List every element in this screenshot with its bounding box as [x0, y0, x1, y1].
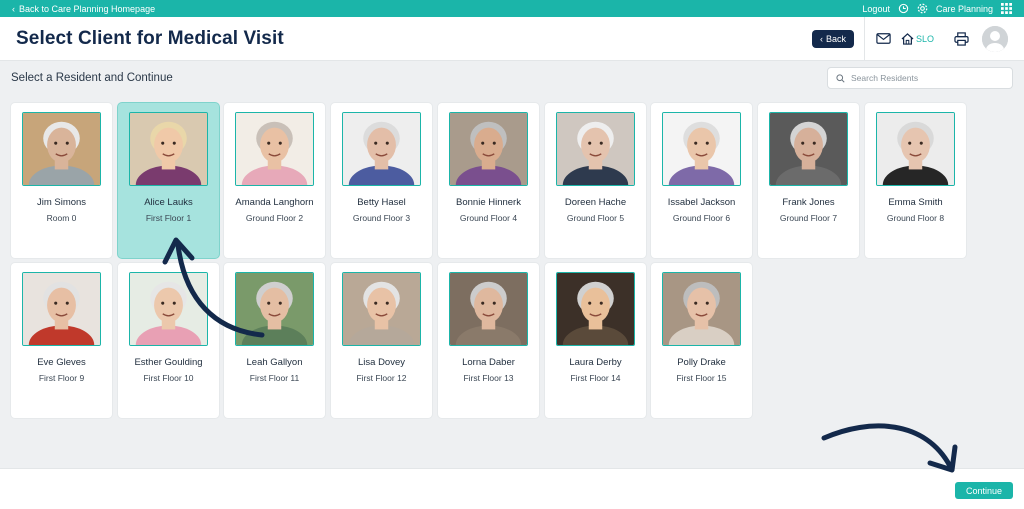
resident-photo [662, 112, 741, 186]
resident-photo [22, 272, 101, 346]
resident-name: Lorna Daber [462, 357, 515, 368]
resident-photo [556, 112, 635, 186]
resident-card[interactable]: Eve Gleves First Floor 9 [11, 263, 112, 418]
resident-room: Ground Floor 2 [245, 213, 304, 223]
resident-name: Emma Smith [888, 197, 943, 208]
logout-icon[interactable] [898, 3, 909, 14]
app-name[interactable]: Care Planning [936, 4, 993, 14]
resident-room: First Floor 1 [145, 213, 192, 223]
resident-card[interactable]: Leah Gallyon First Floor 11 [224, 263, 325, 418]
home-icon [901, 32, 914, 45]
resident-room: First Floor 14 [570, 373, 621, 383]
resident-name: Eve Gleves [37, 357, 86, 368]
resident-card[interactable]: Esther Goulding First Floor 10 [118, 263, 219, 418]
resident-room: Ground Floor 4 [459, 213, 518, 223]
resident-room: First Floor 12 [356, 373, 407, 383]
resident-name: Esther Goulding [134, 357, 203, 368]
back-button-label: Back [825, 33, 846, 44]
resident-card[interactable]: Bonnie Hinnerk Ground Floor 4 [438, 103, 539, 258]
resident-photo [342, 272, 421, 346]
resident-photo [129, 112, 208, 186]
resident-photo [235, 272, 314, 346]
page-header: Select Client for Medical Visit ‹ Back S… [0, 16, 1024, 61]
slo-home-link[interactable]: SLO [901, 32, 934, 45]
resident-room: Room 0 [46, 213, 77, 223]
resident-room: Ground Floor 7 [779, 213, 838, 223]
resident-name: Leah Gallyon [246, 357, 303, 368]
resident-room: First Floor 13 [463, 373, 514, 383]
print-icon[interactable] [952, 30, 970, 48]
app-grid-icon[interactable] [1001, 3, 1012, 14]
chevron-left-icon: ‹ [819, 33, 823, 44]
resident-photo [556, 272, 635, 346]
resident-photo [662, 272, 741, 346]
search-residents-input[interactable] [851, 73, 1001, 83]
resident-name: Lisa Dovey [358, 357, 405, 368]
resident-card[interactable]: Alice Lauks First Floor 1 [118, 103, 219, 258]
resident-name: Laura Derby [569, 357, 622, 368]
resident-room: First Floor 10 [143, 373, 194, 383]
resident-photo [449, 112, 528, 186]
continue-button[interactable]: Continue [955, 482, 1013, 499]
slo-label: SLO [915, 33, 934, 44]
resident-room: Ground Floor 8 [886, 213, 945, 223]
resident-photo [342, 112, 421, 186]
continue-arrow [821, 423, 958, 473]
resident-name: Amanda Langhorn [235, 197, 314, 208]
resident-room: First Floor 15 [676, 373, 727, 383]
page-title: Select Client for Medical Visit [16, 27, 284, 49]
back-to-homepage-label: Back to Care Planning Homepage [19, 3, 156, 14]
back-to-homepage-link[interactable]: ‹ Back to Care Planning Homepage [12, 4, 155, 14]
resident-card[interactable]: Betty Hasel Ground Floor 3 [331, 103, 432, 258]
resident-card[interactable]: Lorna Daber First Floor 13 [438, 263, 539, 418]
top-bar: ‹ Back to Care Planning Homepage Logout … [0, 0, 1024, 17]
resident-card[interactable]: Polly Drake First Floor 15 [651, 263, 752, 418]
resident-card[interactable]: Jim Simons Room 0 [11, 103, 112, 258]
resident-name: Jim Simons [36, 197, 87, 208]
resident-photo [876, 112, 955, 186]
search-box[interactable] [827, 67, 1013, 89]
resident-photo [22, 112, 101, 186]
footer-bar [0, 468, 1024, 509]
header-divider [863, 16, 865, 61]
resident-photo [449, 272, 528, 346]
section-subtitle: Select a Resident and Continue [11, 72, 173, 84]
resident-card[interactable]: Lisa Dovey First Floor 12 [331, 263, 432, 418]
chevron-left-icon: ‹ [12, 3, 15, 14]
mail-icon[interactable] [875, 30, 893, 48]
resident-name: Polly Drake [677, 357, 726, 368]
logout-link[interactable]: Logout [862, 4, 890, 14]
resident-photo [235, 112, 314, 186]
resident-room: First Floor 11 [249, 373, 300, 383]
resident-card[interactable]: Emma Smith Ground Floor 8 [865, 103, 966, 258]
gear-icon[interactable] [917, 3, 928, 14]
resident-photo [769, 112, 848, 186]
user-avatar[interactable] [982, 25, 1008, 52]
search-icon [836, 73, 845, 83]
resident-photo [129, 272, 208, 346]
resident-name: Frank Jones [782, 197, 835, 208]
resident-room: Ground Floor 3 [352, 213, 411, 223]
resident-room: Ground Floor 5 [566, 213, 625, 223]
resident-room: First Floor 9 [38, 373, 85, 383]
resident-name: Betty Hasel [357, 197, 406, 208]
resident-card[interactable]: Amanda Langhorn Ground Floor 2 [224, 103, 325, 258]
resident-room: Ground Floor 6 [672, 213, 731, 223]
resident-name: Issabel Jackson [667, 197, 736, 208]
resident-card[interactable]: Doreen Hache Ground Floor 5 [545, 103, 646, 258]
resident-name: Alice Lauks [144, 197, 193, 208]
resident-name: Doreen Hache [564, 197, 627, 208]
back-button[interactable]: ‹ Back [811, 29, 854, 48]
resident-card[interactable]: Issabel Jackson Ground Floor 6 [651, 103, 752, 258]
resident-name: Bonnie Hinnerk [456, 197, 521, 208]
resident-card[interactable]: Frank Jones Ground Floor 7 [758, 103, 859, 258]
resident-card[interactable]: Laura Derby First Floor 14 [545, 263, 646, 418]
